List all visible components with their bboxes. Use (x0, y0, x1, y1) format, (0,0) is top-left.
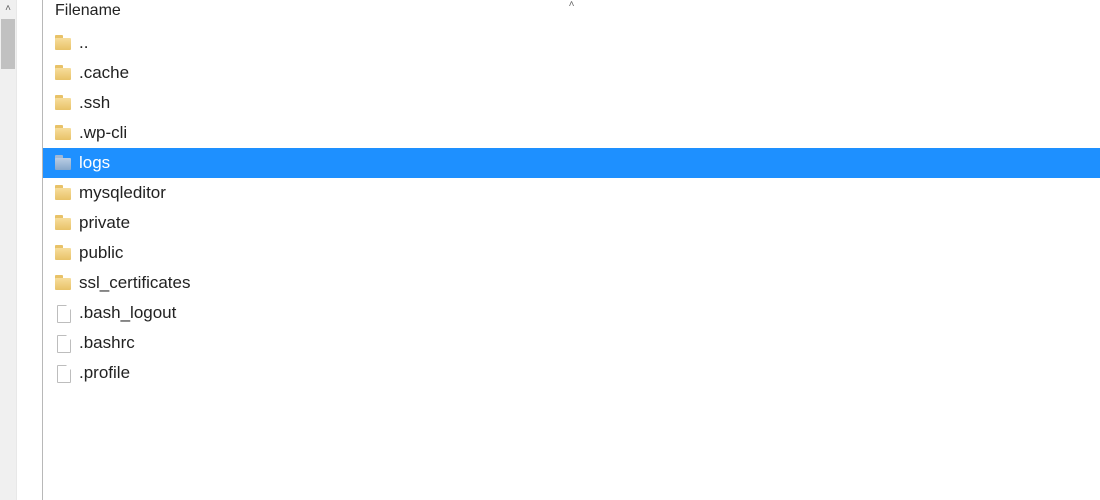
item-label: .. (79, 33, 88, 53)
list-item[interactable]: .profile (43, 358, 1100, 388)
column-header-filename[interactable]: Filename (55, 2, 121, 19)
folder-icon (55, 34, 73, 52)
list-item[interactable]: .ssh (43, 88, 1100, 118)
folder-icon (55, 274, 73, 292)
file-icon (55, 334, 73, 352)
sort-indicator-icon: ˄ (569, 0, 575, 10)
item-label: .ssh (79, 93, 110, 113)
list-item[interactable]: public (43, 238, 1100, 268)
file-icon (55, 364, 73, 382)
column-header-row[interactable]: Filename ˄ (43, 0, 1100, 24)
folder-icon (55, 244, 73, 262)
item-label: .bashrc (79, 333, 135, 353)
item-label: .wp-cli (79, 123, 127, 143)
folder-icon (55, 154, 73, 172)
folder-icon (55, 64, 73, 82)
item-label: private (79, 213, 130, 233)
list-item[interactable]: .wp-cli (43, 118, 1100, 148)
scroll-thumb[interactable] (1, 19, 15, 69)
list-item[interactable]: ssl_certificates (43, 268, 1100, 298)
item-label: .profile (79, 363, 130, 383)
file-list: .. .cache .ssh .wp-cli logs mysqleditor privat… (43, 24, 1100, 388)
folder-icon (55, 94, 73, 112)
list-item[interactable]: .. (43, 28, 1100, 58)
item-label: .bash_logout (79, 303, 176, 323)
list-item[interactable]: mysqleditor (43, 178, 1100, 208)
scroll-up-button[interactable]: ˄ (0, 0, 17, 17)
list-item[interactable]: logs (43, 148, 1100, 178)
list-item[interactable]: .bashrc (43, 328, 1100, 358)
item-label: .cache (79, 63, 129, 83)
file-icon (55, 304, 73, 322)
folder-icon (55, 184, 73, 202)
file-panel: Filename ˄ .. .cache .ssh .wp-cli logs mysqle… (43, 0, 1100, 500)
list-item[interactable]: .cache (43, 58, 1100, 88)
list-item[interactable]: private (43, 208, 1100, 238)
left-scrollbar[interactable]: ˄ (0, 0, 17, 500)
list-item[interactable]: .bash_logout (43, 298, 1100, 328)
item-label: mysqleditor (79, 183, 166, 203)
item-label: ssl_certificates (79, 273, 190, 293)
folder-icon (55, 214, 73, 232)
left-gutter (17, 0, 42, 500)
item-label: logs (79, 153, 110, 173)
item-label: public (79, 243, 123, 263)
folder-icon (55, 124, 73, 142)
